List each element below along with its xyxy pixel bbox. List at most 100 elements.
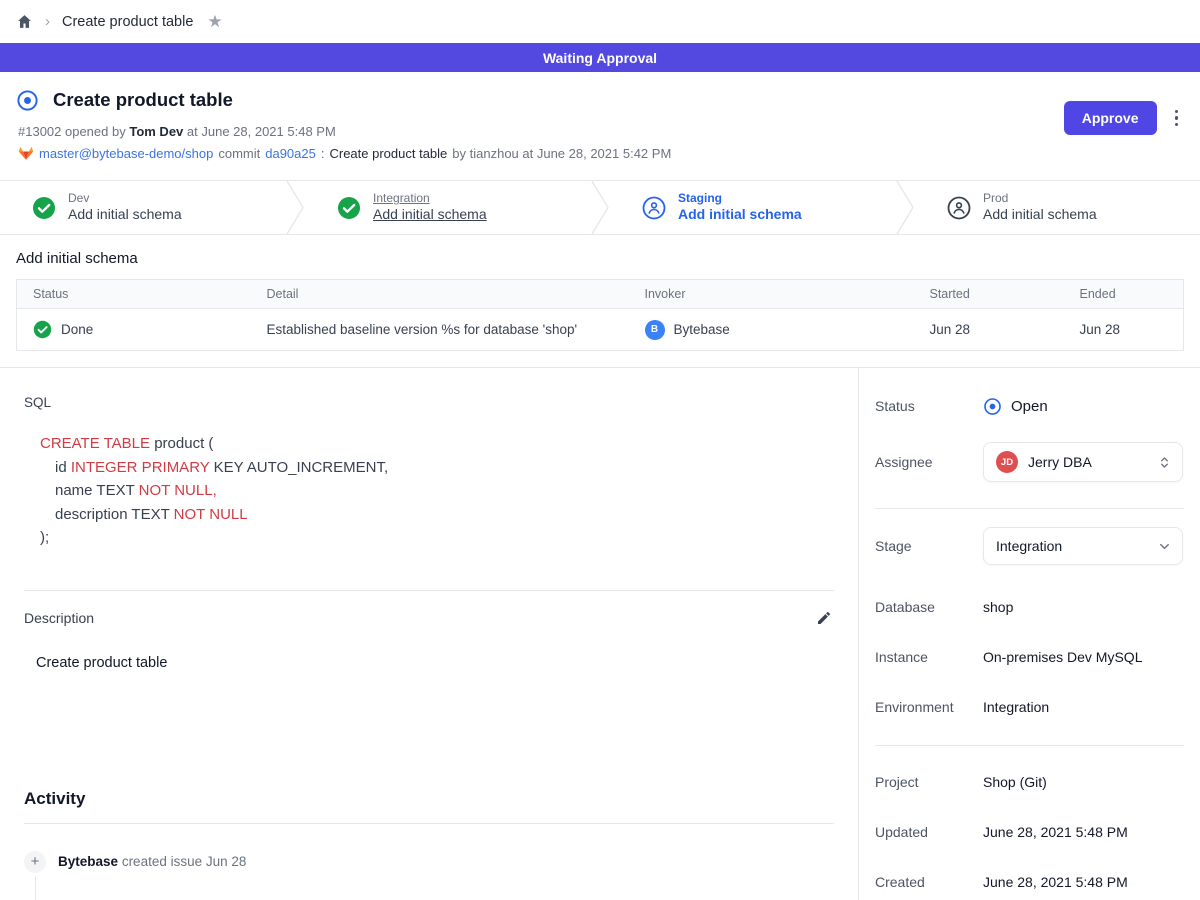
project-value[interactable]: Shop (Git) [983, 774, 1047, 790]
created-label: Created [875, 874, 983, 890]
project-label: Project [875, 774, 983, 790]
issue-title: Create product table [53, 89, 233, 111]
assignee-select[interactable]: JD Jerry DBA [983, 442, 1183, 482]
vcs-separator: : [321, 146, 325, 161]
approve-button[interactable]: Approve [1064, 101, 1157, 135]
stage-separator [590, 180, 610, 235]
stage-integration[interactable]: Integration Add initial schema [305, 181, 590, 234]
col-status: Status [17, 280, 251, 309]
assignee-label: Assignee [875, 454, 983, 470]
vcs-commit-line: master@bytebase-demo/shop commit da90a25… [16, 146, 1184, 161]
environment-label: Environment [875, 699, 983, 715]
stage-dev[interactable]: Dev Add initial schema [0, 181, 285, 234]
stage-env-label: Staging [678, 191, 802, 206]
task-status: Done [61, 322, 93, 337]
stage-separator [285, 180, 305, 235]
divider [24, 823, 834, 824]
invoker-avatar: B [645, 320, 665, 340]
assignee-avatar: JD [996, 451, 1018, 473]
col-started: Started [914, 280, 1064, 309]
task-section: Add initial schema Status Detail Invoker… [0, 235, 1200, 368]
stage-value: Integration [996, 538, 1147, 554]
task-section-title: Add initial schema [16, 250, 1184, 267]
bytebase-issue-page: › Create product table ★ Waiting Approva… [0, 0, 1200, 900]
activity-action: created issue [122, 854, 202, 869]
vcs-commit-message: Create product table [329, 146, 447, 161]
stage-task-label: Add initial schema [678, 206, 802, 224]
task-started: Jun 28 [914, 309, 1064, 351]
description-body[interactable]: Create product table [24, 655, 834, 671]
col-invoker: Invoker [629, 280, 914, 309]
status-open-icon [983, 397, 1002, 416]
activity-date: Jun 28 [206, 854, 247, 869]
vcs-branch-link[interactable]: master@bytebase-demo/shop [39, 146, 213, 161]
up-down-chevron-icon [1157, 455, 1172, 470]
stage-prod[interactable]: Prod Add initial schema [915, 181, 1200, 234]
updated-value: June 28, 2021 5:48 PM [983, 824, 1128, 840]
issue-header: Create product table #13002 opened by To… [0, 72, 1200, 180]
stage-label: Stage [875, 538, 983, 554]
main-panel: SQL CREATE TABLE product (id INTEGER PRI… [0, 368, 858, 900]
stage-env-label: Prod [983, 191, 1097, 206]
task-table: Status Detail Invoker Started Ended Done… [16, 279, 1184, 351]
status-value: Open [1011, 398, 1048, 415]
stage-staging[interactable]: Staging Add initial schema [610, 181, 895, 234]
updated-label: Updated [875, 824, 983, 840]
table-row[interactable]: Done Established baseline version %s for… [17, 309, 1184, 351]
issue-sidebar: Status Open Assignee JD Jerry DBA [858, 368, 1200, 900]
approval-banner-text: Waiting Approval [543, 50, 657, 66]
assignee-value: Jerry DBA [1028, 454, 1147, 470]
pipeline-stage-bar: Dev Add initial schema Integration Add i… [0, 180, 1200, 235]
stage-separator [895, 180, 915, 235]
stage-task-label: Add initial schema [373, 206, 487, 224]
task-ended: Jun 28 [1064, 309, 1184, 351]
divider [24, 590, 834, 591]
issue-author: Tom Dev [129, 124, 183, 139]
timeline-line [35, 877, 37, 900]
stage-done-check-icon [32, 196, 56, 220]
stage-env-label: Integration [373, 191, 487, 206]
environment-value: Integration [983, 699, 1049, 715]
instance-label: Instance [875, 649, 983, 665]
vcs-commit-word: commit [218, 146, 260, 161]
edit-description-pencil-icon[interactable] [814, 608, 834, 628]
col-ended: Ended [1064, 280, 1184, 309]
vcs-commit-author-time: by tianzhou at June 28, 2021 5:42 PM [452, 146, 671, 161]
vcs-commit-hash-link[interactable]: da90a25 [265, 146, 316, 161]
favorite-star-icon[interactable]: ★ [207, 12, 222, 32]
activity-title: Activity [24, 789, 834, 809]
done-check-icon [33, 320, 52, 339]
issue-meta: #13002 opened by Tom Dev at June 28, 202… [16, 124, 1184, 139]
col-detail: Detail [251, 280, 629, 309]
activity-item: + Bytebase created issue Jun 28 [24, 851, 834, 873]
gitlab-icon [18, 146, 34, 161]
home-icon[interactable] [16, 13, 33, 30]
divider [875, 508, 1184, 509]
chevron-down-icon [1157, 539, 1172, 554]
activity-author: Bytebase [58, 854, 118, 869]
task-invoker: Bytebase [674, 322, 730, 337]
approval-banner: Waiting Approval [0, 43, 1200, 72]
breadcrumb-current[interactable]: Create product table [62, 14, 193, 30]
issue-open-icon [16, 89, 39, 112]
created-value: June 28, 2021 5:48 PM [983, 874, 1128, 890]
stage-pending-person-icon [947, 196, 971, 220]
breadcrumb: › Create product table ★ [0, 0, 1200, 43]
task-detail: Established baseline version %s for data… [251, 309, 629, 351]
issue-meta-prefix: #13002 opened by [18, 124, 126, 139]
sql-code: CREATE TABLE product (id INTEGER PRIMARY… [24, 432, 834, 550]
stage-task-label: Add initial schema [983, 206, 1097, 224]
instance-value: On-premises Dev MySQL [983, 649, 1142, 665]
stage-pending-person-icon [642, 196, 666, 220]
more-actions-kebab-icon[interactable] [1171, 106, 1183, 131]
issue-open-time: at June 28, 2021 5:48 PM [187, 124, 336, 139]
description-label: Description [24, 610, 94, 626]
activity-plus-icon: + [24, 851, 46, 873]
stage-env-label: Dev [68, 191, 182, 206]
divider [875, 745, 1184, 746]
stage-task-label: Add initial schema [68, 206, 182, 224]
database-value: shop [983, 599, 1013, 615]
breadcrumb-chevron-icon: › [45, 13, 50, 30]
stage-select[interactable]: Integration [983, 527, 1183, 565]
status-label: Status [875, 398, 983, 414]
